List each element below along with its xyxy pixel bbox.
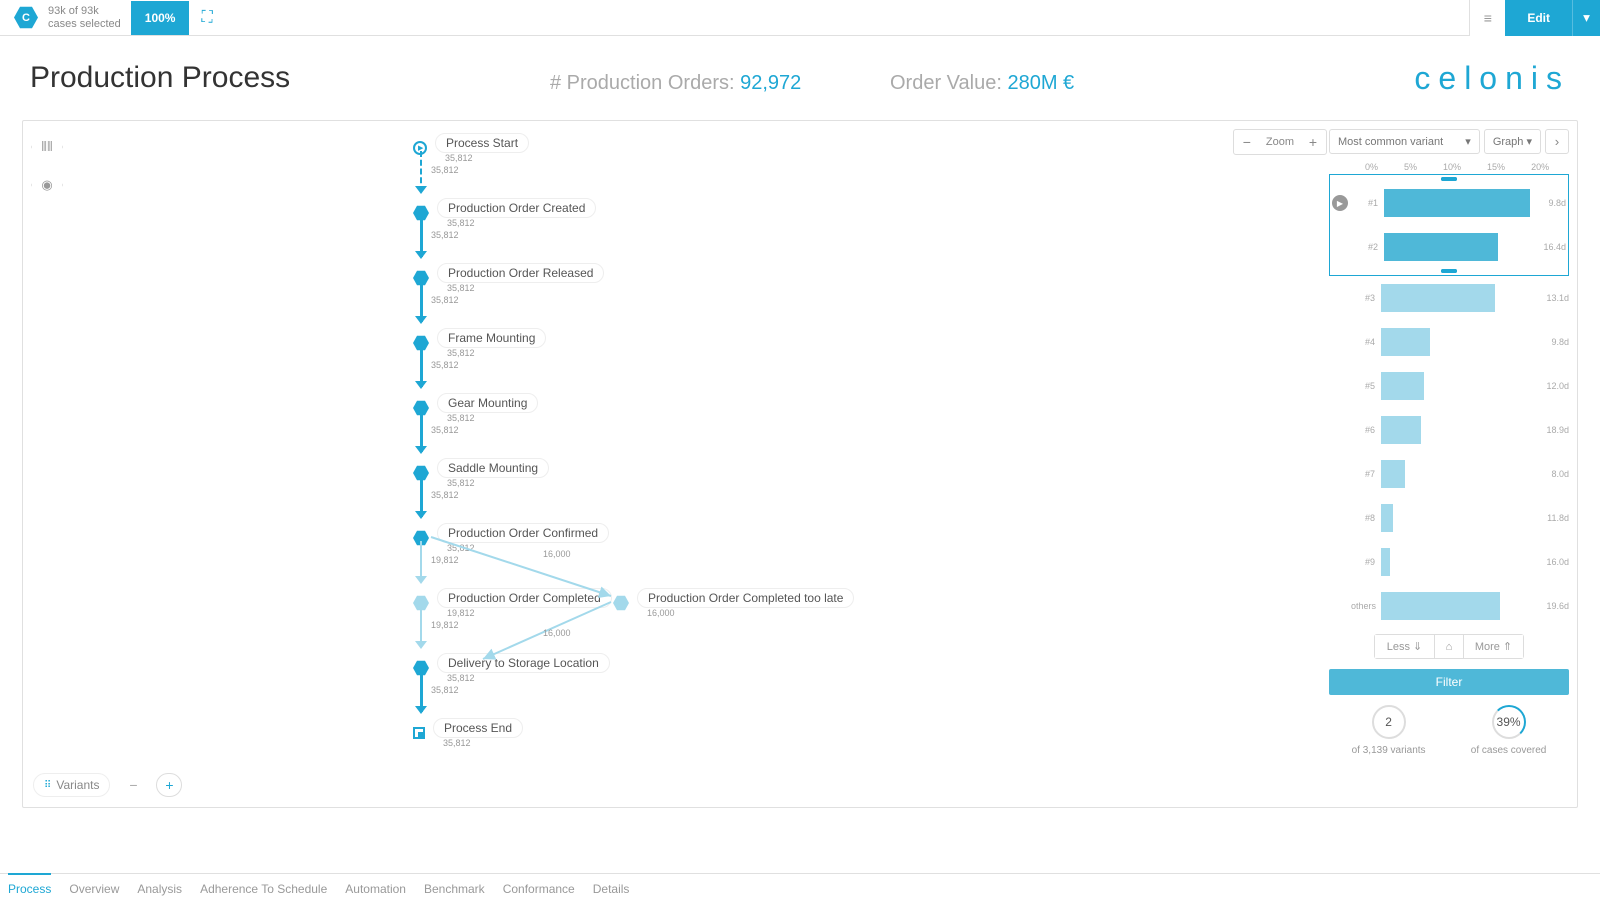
variant-label: #1 — [1354, 198, 1378, 208]
zoom-label: Zoom — [1260, 136, 1300, 148]
brand-logo: celonis — [1414, 60, 1570, 97]
variant-row[interactable]: #2 16.4d — [1332, 225, 1566, 269]
panel-next-button[interactable]: › — [1545, 129, 1569, 154]
cases-pct-circle: 39% — [1492, 705, 1526, 739]
tab-details[interactable]: Details — [593, 875, 630, 903]
filter-button[interactable]: Filter — [1329, 669, 1569, 695]
tab-adherence-to-schedule[interactable]: Adherence To Schedule — [200, 875, 327, 903]
variants-less-button[interactable]: − — [120, 773, 146, 797]
variant-duration: 18.9d — [1539, 425, 1569, 435]
variant-label: #6 — [1351, 425, 1375, 435]
variant-label: #8 — [1351, 513, 1375, 523]
tally-tool-icon[interactable]: ⦀⦀ — [31, 131, 63, 163]
variant-row[interactable]: #7 8.0d — [1329, 452, 1569, 496]
variant-scale: 0%5%10%15%20% — [1329, 158, 1569, 174]
visibility-tool-icon[interactable]: ◉ — [31, 169, 63, 201]
page-title: Production Process — [30, 61, 290, 95]
chevron-down-icon: ▾ — [1526, 136, 1532, 148]
process-canvas: ⦀⦀ ◉ Process Start 35,81235,812 Producti… — [22, 120, 1578, 808]
variant-row[interactable]: #3 13.1d — [1329, 276, 1569, 320]
variant-bar — [1381, 284, 1495, 312]
home-button[interactable]: ⌂ — [1434, 635, 1464, 658]
variant-duration: 11.8d — [1539, 513, 1569, 523]
edge-count: 16,000 — [543, 549, 571, 559]
variant-label: #3 — [1351, 293, 1375, 303]
graph-mode-button[interactable]: Graph ▾ — [1484, 129, 1541, 154]
variant-bar — [1381, 372, 1424, 400]
variant-summary: 2 of 3,139 variants 39% of cases covered — [1329, 705, 1569, 756]
variant-row[interactable]: #6 18.9d — [1329, 408, 1569, 452]
variant-label: #4 — [1351, 337, 1375, 347]
chevron-down-icon: ▾ — [1465, 135, 1471, 148]
variant-bar — [1384, 189, 1530, 217]
play-icon[interactable]: ▶ — [1332, 195, 1348, 211]
less-button[interactable]: Less ⇓ — [1375, 635, 1434, 658]
tab-overview[interactable]: Overview — [69, 875, 119, 903]
cases-selected-label: 93k of 93k cases selected — [48, 5, 121, 29]
variant-row[interactable]: #4 9.8d — [1329, 320, 1569, 364]
variant-label: #9 — [1351, 557, 1375, 567]
variant-duration: 16.0d — [1539, 557, 1569, 567]
edge-count: 16,000 — [543, 628, 571, 638]
variants-more-button[interactable]: + — [156, 773, 182, 797]
variants-stepper: ⠿ Variants − + — [33, 773, 182, 797]
variant-bar — [1381, 460, 1405, 488]
canvas-tools: ⦀⦀ ◉ — [31, 131, 63, 201]
variant-duration: 8.0d — [1539, 469, 1569, 479]
variant-duration: 13.1d — [1539, 293, 1569, 303]
zoom-in-button[interactable]: + — [1300, 130, 1326, 154]
variant-row[interactable]: others 19.6d — [1329, 584, 1569, 628]
variants-count-circle: 2 — [1372, 705, 1406, 739]
variant-bar — [1381, 504, 1393, 532]
cases-pct-badge: 100% — [131, 1, 190, 35]
tab-automation[interactable]: Automation — [345, 875, 406, 903]
edit-dropdown-button[interactable]: ▾ — [1572, 0, 1600, 36]
variants-count-label: of 3,139 variants — [1352, 745, 1426, 756]
process-flow: Process Start 35,81235,812 Production Or… — [393, 133, 1093, 773]
variant-duration: 16.4d — [1536, 242, 1566, 252]
variant-bar — [1381, 328, 1430, 356]
variant-label: others — [1351, 601, 1375, 611]
variant-bar — [1381, 592, 1500, 620]
zoom-out-button[interactable]: − — [1234, 130, 1260, 154]
edit-button[interactable]: Edit — [1505, 0, 1572, 36]
bottom-tabs: Process Overview Analysis Adherence To Sche… — [0, 873, 1600, 903]
sort-asc-icon: ⇓ — [1413, 640, 1422, 653]
variants-icon: ⠿ — [44, 780, 50, 791]
kpi-value: Order Value: 280M € — [890, 72, 1074, 95]
selection-tool-icon[interactable]: ⛶ — [201, 9, 212, 27]
variant-label: #7 — [1351, 469, 1375, 479]
cases-pct-label: of cases covered — [1471, 745, 1547, 756]
menu-icon[interactable]: ≡ — [1469, 0, 1505, 36]
variant-duration: 9.8d — [1536, 198, 1566, 208]
app-logo-icon[interactable]: C — [14, 6, 38, 30]
variant-duration: 12.0d — [1539, 381, 1569, 391]
variants-label: ⠿ Variants — [33, 773, 110, 797]
variant-duration: 19.6d — [1539, 601, 1569, 611]
variant-row[interactable]: ▶ #1 9.8d — [1332, 181, 1566, 225]
tab-conformance[interactable]: Conformance — [503, 875, 575, 903]
home-icon: ⌂ — [1446, 641, 1453, 653]
variant-row[interactable]: #9 16.0d — [1329, 540, 1569, 584]
less-more-control: Less ⇓ ⌂ More ⇑ — [1374, 634, 1524, 659]
sort-desc-icon: ⇑ — [1503, 640, 1512, 653]
variant-bar — [1381, 416, 1421, 444]
more-button[interactable]: More ⇑ — [1464, 635, 1523, 658]
variant-label: #2 — [1354, 242, 1378, 252]
topbar: C 93k of 93k cases selected 100% ⛶ ≡ Edi… — [0, 0, 1600, 36]
tab-analysis[interactable]: Analysis — [137, 875, 182, 903]
variant-row[interactable]: #8 11.8d — [1329, 496, 1569, 540]
variant-panel: Most common variant▾ Graph ▾ › 0%5%10%15… — [1329, 129, 1569, 799]
variant-duration: 9.8d — [1539, 337, 1569, 347]
variant-bar — [1381, 548, 1390, 576]
tab-process[interactable]: Process — [8, 873, 51, 903]
variant-sort-dropdown[interactable]: Most common variant▾ — [1329, 129, 1480, 154]
kpi-orders: # Production Orders: 92,972 — [550, 72, 801, 95]
variant-bar — [1384, 233, 1498, 261]
variant-label: #5 — [1351, 381, 1375, 391]
variant-row[interactable]: #5 12.0d — [1329, 364, 1569, 408]
zoom-control: − Zoom + — [1233, 129, 1327, 155]
tab-benchmark[interactable]: Benchmark — [424, 875, 485, 903]
